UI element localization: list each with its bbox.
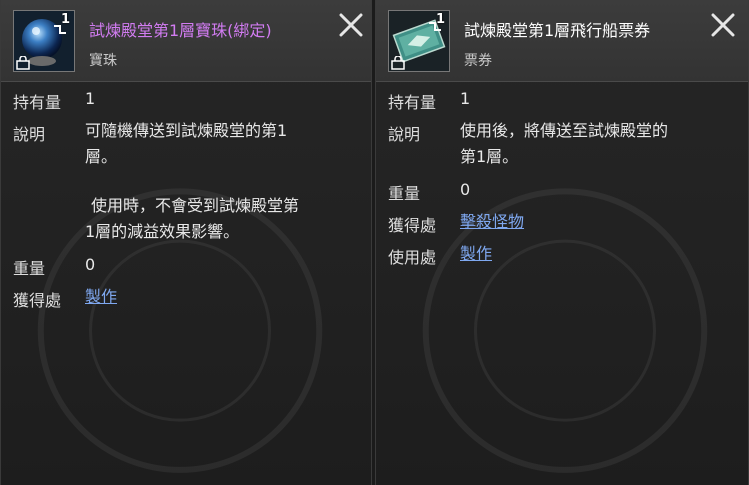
item-title: 試煉殿堂第1層寶珠(綁定) <box>89 21 272 40</box>
stack-count: 1 <box>435 12 445 27</box>
item-category: 票券 <box>464 53 492 69</box>
use-link-craft[interactable]: 製作 <box>460 244 492 263</box>
weight-label: 重量 <box>13 259 46 278</box>
description-label: 說明 <box>388 125 421 144</box>
source-link-craft[interactable]: 製作 <box>85 287 117 306</box>
tooltip-header: 1 試煉殿堂第1層飛行船票券 票券 <box>376 0 748 82</box>
bound-lock-icon <box>16 56 30 70</box>
item-tooltip-orb: 1 試煉殿堂第1層寶珠(綁定) 寶珠 持有量 1 說明 可隨機傳送到試煉殿堂的第… <box>0 0 372 485</box>
weight-value: 0 <box>460 180 471 199</box>
item-title: 試煉殿堂第1層飛行船票券 <box>464 21 651 40</box>
description-line-4: 1層的減益效果影響。 <box>85 222 240 241</box>
source-label: 獲得處 <box>388 216 437 235</box>
weight-value: 0 <box>85 255 96 274</box>
weight-label: 重量 <box>388 184 421 203</box>
use-location-label: 使用處 <box>388 248 437 267</box>
item-icon-frame[interactable]: 1 <box>13 10 75 72</box>
item-tooltip-ticket: 1 試煉殿堂第1層飛行船票券 票券 持有量 1 說明 使用後，將傳送至試煉殿堂的… <box>375 0 749 485</box>
description-label: 說明 <box>13 125 46 144</box>
description-line-2: 第1層。 <box>460 147 519 166</box>
stack-count: 1 <box>60 12 70 27</box>
close-icon[interactable] <box>711 13 735 37</box>
close-icon[interactable] <box>339 13 363 37</box>
source-label: 獲得處 <box>13 291 62 310</box>
quantity-value: 1 <box>460 89 471 108</box>
description-line-1: 使用後，將傳送至試煉殿堂的 <box>460 121 669 140</box>
description-line-3: 使用時，不會受到試煉殿堂第 <box>91 196 300 215</box>
description-line-1: 可隨機傳送到試煉殿堂的第1 <box>85 121 288 140</box>
quantity-value: 1 <box>85 89 96 108</box>
tooltip-header: 1 試煉殿堂第1層寶珠(綁定) 寶珠 <box>1 0 371 82</box>
source-link-kill-monster[interactable]: 擊殺怪物 <box>460 212 524 231</box>
item-category: 寶珠 <box>89 53 117 69</box>
description-line-2: 層。 <box>85 147 118 166</box>
item-icon-frame[interactable]: 1 <box>388 10 450 72</box>
bound-lock-icon <box>391 56 405 70</box>
quantity-label: 持有量 <box>388 93 437 112</box>
quantity-label: 持有量 <box>13 93 62 112</box>
